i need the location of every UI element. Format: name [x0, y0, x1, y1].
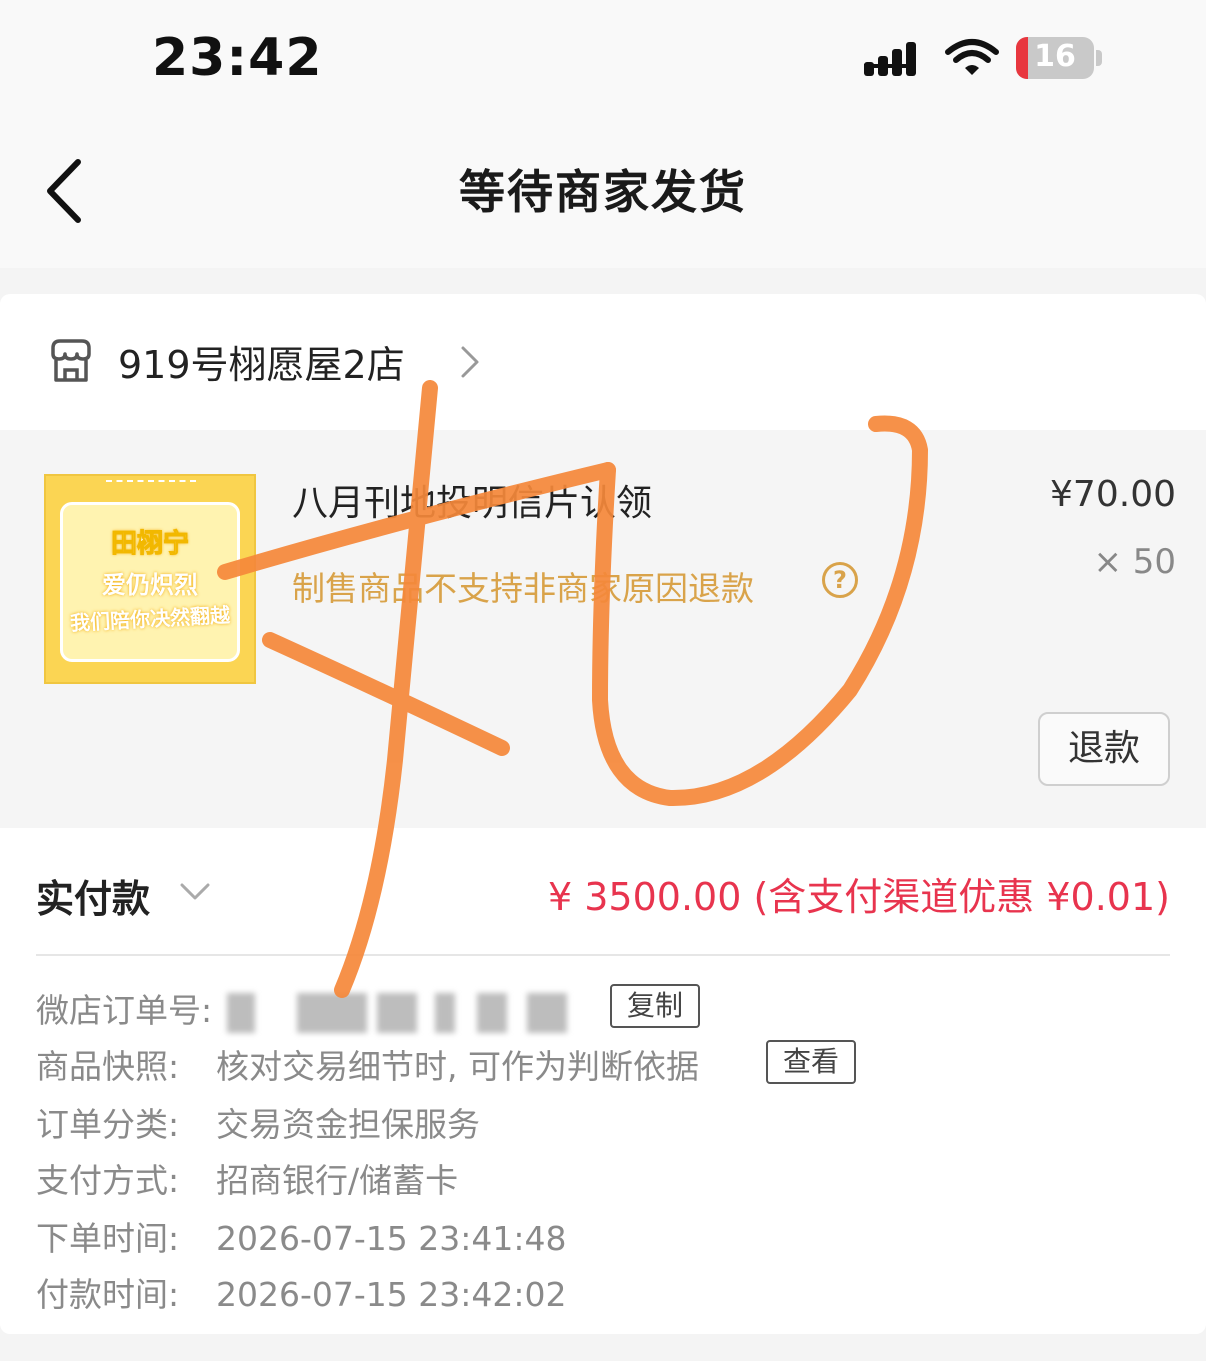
page-title: 等待商家发货 — [459, 165, 747, 219]
store-icon — [51, 339, 91, 382]
thumbnail-text-1: 田栩宁 — [110, 529, 189, 560]
product-price: ¥70.00 — [1050, 474, 1176, 515]
detail-key: 订单分类: — [36, 1105, 180, 1144]
detail-key: 付款时间: — [36, 1275, 180, 1314]
paid-amount-row[interactable]: 实付款 ¥ 3500.00 (含支付渠道优惠 ¥0.01) — [0, 828, 1206, 954]
thumbnail-text-2: 爱仍炽烈 — [102, 571, 198, 599]
order-detail-page: 23:42 16 等待商家发货 919号栩愿屋2店 田栩宁 爱仍炽烈 我们陪你决… — [0, 0, 1206, 1361]
product-title[interactable]: 八月刊地投明信片认领 — [292, 474, 652, 526]
payment-method-row: 支付方式: 招商银行/储蓄卡 — [36, 1154, 458, 1202]
detail-key: 支付方式: — [36, 1161, 180, 1200]
order-number-redacted — [226, 992, 567, 1033]
thumbnail-text-3: 我们陪你决然翻越 — [69, 602, 231, 636]
cellular-signal-icon — [864, 42, 916, 76]
snapshot-row: 商品快照: 核对交易细节时, 可作为判断依据 — [36, 1040, 699, 1088]
divider — [36, 954, 1170, 956]
refund-policy-note: 制售商品不支持非商家原因退款 — [292, 569, 754, 608]
wifi-icon — [945, 39, 999, 75]
order-card: 919号栩愿屋2店 田栩宁 爱仍炽烈 我们陪你决然翻越 八月刊地投明信片认领 制… — [0, 294, 1206, 1334]
detail-value: 2026-07-15 23:41:48 — [216, 1219, 567, 1258]
refund-button[interactable]: 退款 — [1038, 712, 1170, 786]
detail-value: 招商银行/储蓄卡 — [216, 1161, 459, 1200]
product-thumbnail[interactable]: 田栩宁 爱仍炽烈 我们陪你决然翻越 — [44, 474, 256, 684]
chevron-right-icon[interactable] — [458, 344, 482, 380]
battery-icon: 16 — [1016, 37, 1094, 79]
detail-key: 商品快照: — [36, 1047, 180, 1086]
paid-amount: ¥ 3500.00 (含支付渠道优惠 ¥0.01) — [548, 875, 1170, 919]
shop-name[interactable]: 919号栩愿屋2店 — [118, 334, 405, 389]
chevron-down-icon[interactable] — [178, 880, 212, 904]
order-time-row: 下单时间: 2026-07-15 23:41:48 — [36, 1212, 566, 1260]
product-quantity: × 50 — [1093, 542, 1176, 582]
question-circle-icon[interactable]: ? — [822, 562, 858, 598]
payment-time-row: 付款时间: 2026-07-15 23:42:02 — [36, 1268, 566, 1316]
detail-key: 下单时间: — [36, 1219, 180, 1258]
paid-label: 实付款 — [36, 877, 151, 921]
order-category-row: 订单分类: 交易资金担保服务 — [36, 1098, 480, 1146]
detail-value: 交易资金担保服务 — [216, 1105, 480, 1144]
detail-value: 核对交易细节时, 可作为判断依据 — [216, 1047, 699, 1086]
thumbnail-decoration — [106, 480, 196, 490]
copy-button[interactable]: 复制 — [610, 984, 700, 1028]
battery-tip — [1096, 50, 1102, 66]
status-bar: 23:42 16 — [0, 0, 1206, 120]
thumbnail-card: 田栩宁 爱仍炽烈 我们陪你决然翻越 — [60, 502, 240, 662]
battery-percent: 16 — [1034, 39, 1076, 74]
shop-row[interactable]: 919号栩愿屋2店 — [0, 294, 1206, 430]
product-item[interactable]: 田栩宁 爱仍炽烈 我们陪你决然翻越 八月刊地投明信片认领 制售商品不支持非商家原… — [0, 430, 1206, 828]
status-time: 23:42 — [152, 28, 323, 88]
detail-value: 2026-07-15 23:42:02 — [216, 1275, 567, 1314]
nav-bar: 等待商家发货 — [0, 120, 1206, 268]
view-snapshot-button[interactable]: 查看 — [766, 1040, 856, 1084]
order-number-row: 微店订单号: — [36, 984, 567, 1033]
detail-key: 微店订单号: — [36, 991, 213, 1030]
